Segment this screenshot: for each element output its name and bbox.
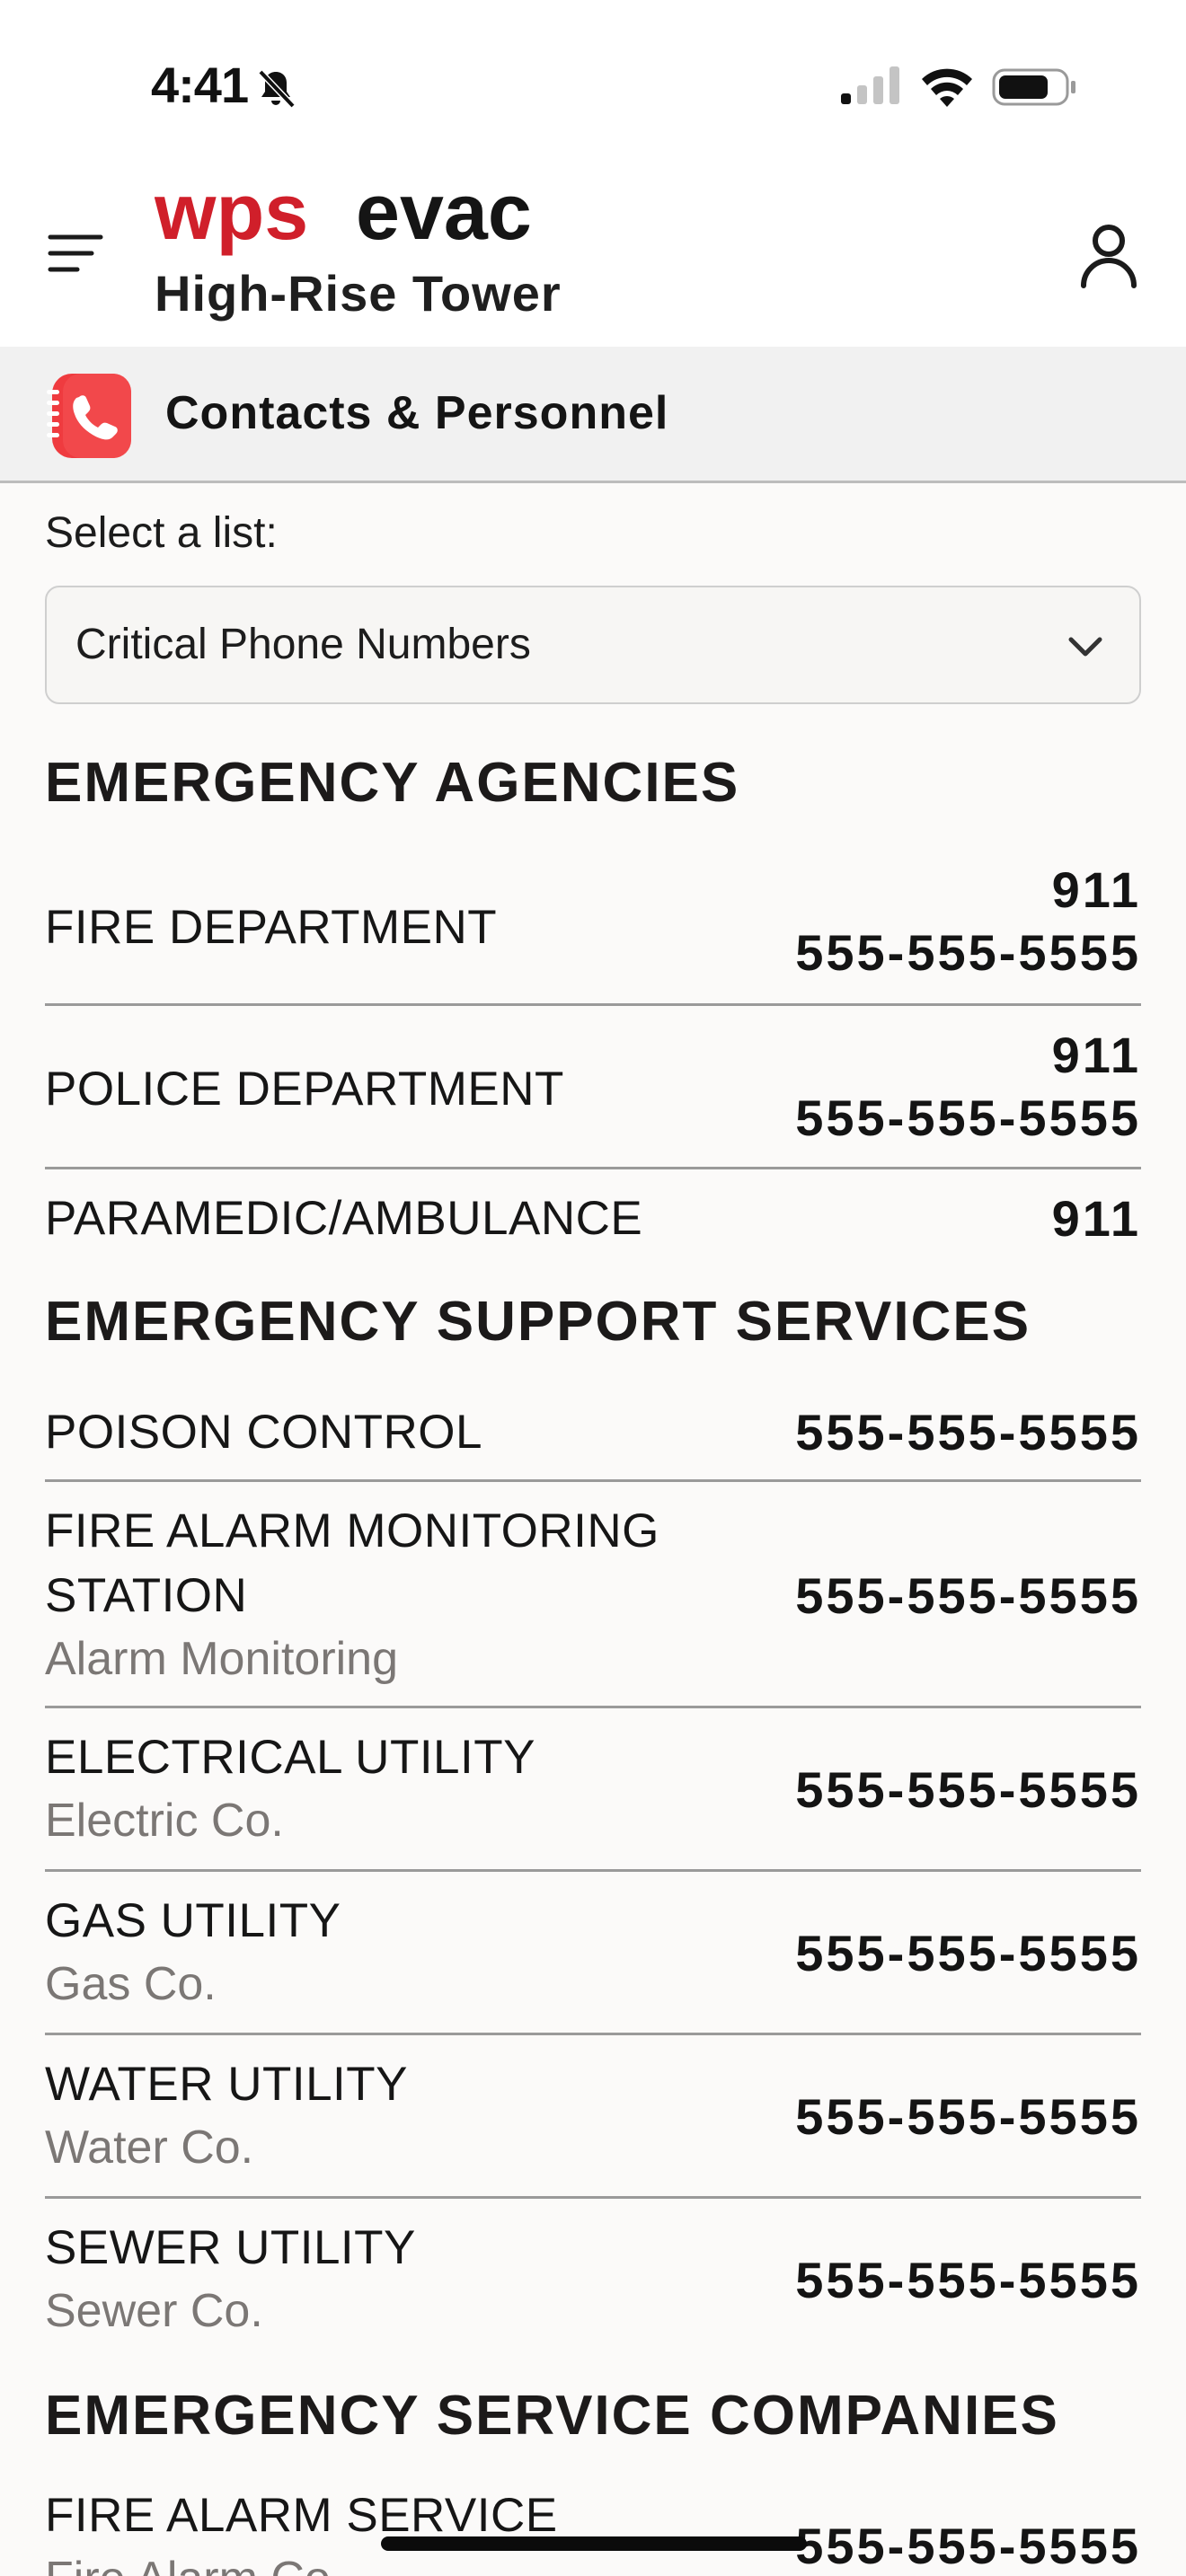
logo-wps-text: wps — [155, 181, 308, 256]
contact-phones: 555-555-5555 — [795, 1922, 1141, 1985]
contact-phones: 555-555-5555 — [795, 2515, 1141, 2576]
group-header: EMERGENCY SERVICE COMPANIES — [45, 2385, 1059, 2447]
contact-row[interactable]: PARAMEDIC/AMBULANCE 911 — [45, 1169, 1141, 1270]
wifi-icon — [922, 68, 972, 107]
contact-organization: Sewer Co. — [45, 2285, 263, 2337]
contact-name: ELECTRICAL UTILITY — [45, 1731, 535, 1784]
contact-organization: Electric Co. — [45, 1795, 284, 1847]
phone-number[interactable]: 555-555-5555 — [795, 2515, 1141, 2576]
contact-row[interactable]: WATER UTILITY Water Co. 555-555-5555 — [45, 2035, 1141, 2199]
phone-number[interactable]: 911 — [1052, 1187, 1141, 1250]
phone-number[interactable]: 555-555-5555 — [795, 2086, 1141, 2148]
list-select-dropdown[interactable]: Critical Phone Numbers — [45, 586, 1141, 704]
phone-number[interactable]: 555-555-5555 — [795, 2249, 1141, 2312]
list-select-value: Critical Phone Numbers — [75, 621, 531, 668]
contact-name: GAS UTILITY — [45, 1894, 341, 1947]
contact-name: FIRE ALARM MONITORING — [45, 1504, 659, 1557]
contact-row[interactable]: FIRE DEPARTMENT 911 555-555-5555 — [45, 853, 1141, 1006]
phone-number[interactable]: 555-555-5555 — [795, 1922, 1141, 1985]
contact-phones: 911 555-555-5555 — [795, 859, 1141, 984]
phone-number[interactable]: 555-555-5555 — [795, 1087, 1141, 1150]
contact-organization: Fire Alarm Co. — [45, 2547, 343, 2576]
contact-organization: Water Co. — [45, 2122, 254, 2174]
contact-name: POLICE DEPARTMENT — [45, 1063, 564, 1116]
contact-name-line2: STATION — [45, 1569, 248, 1622]
contact-phones: 555-555-5555 — [795, 2249, 1141, 2312]
contact-phones: 911 — [1052, 1187, 1141, 1250]
bell-off-icon — [258, 69, 296, 109]
phone-number[interactable]: 911 — [795, 859, 1141, 922]
hamburger-menu-icon[interactable] — [47, 230, 104, 277]
contact-row[interactable]: FIRE ALARM SERVICE Fire Alarm Co. 555-55… — [45, 2484, 1141, 2576]
phone-number[interactable]: 555-555-5555 — [795, 922, 1141, 984]
contact-row[interactable]: SEWER UTILITY Sewer Co. 555-555-5555 — [45, 2199, 1141, 2362]
contact-phones: 911 555-555-5555 — [795, 1024, 1141, 1150]
section-bar: Contacts & Personnel — [0, 347, 1186, 483]
group-header: EMERGENCY SUPPORT SERVICES — [45, 1291, 1031, 1353]
home-indicator[interactable] — [381, 2536, 807, 2551]
app-header: wps evac High-Rise Tower — [0, 171, 1186, 347]
phone-contacts-icon — [47, 374, 131, 458]
status-bar: 4:41 — [0, 0, 1186, 171]
chevron-down-icon — [1068, 637, 1102, 657]
battery-icon — [992, 68, 1075, 106]
contact-organization: Gas Co. — [45, 1958, 217, 2010]
contact-organization: Alarm Monitoring — [45, 1633, 399, 1685]
contact-name: WATER UTILITY — [45, 2058, 408, 2111]
phone-number[interactable]: 555-555-5555 — [795, 1565, 1141, 1628]
contact-phones: 555-555-5555 — [795, 1401, 1141, 1464]
phone-number[interactable]: 555-555-5555 — [795, 1759, 1141, 1822]
contact-row[interactable]: GAS UTILITY Gas Co. 555-555-5555 — [45, 1872, 1141, 2035]
contact-row[interactable]: ELECTRICAL UTILITY Electric Co. 555-555-… — [45, 1708, 1141, 1872]
select-list-label: Select a list: — [45, 509, 278, 557]
contact-phones: 555-555-5555 — [795, 2086, 1141, 2148]
contact-row[interactable]: FIRE ALARM MONITORING STATION Alarm Moni… — [45, 1482, 1141, 1708]
contact-name: POISON CONTROL — [45, 1406, 483, 1459]
status-time: 4:41 — [151, 57, 249, 113]
contact-phones: 555-555-5555 — [795, 1565, 1141, 1628]
contact-name: SEWER UTILITY — [45, 2221, 416, 2274]
user-profile-icon[interactable] — [1076, 221, 1141, 291]
contact-phones: 555-555-5555 — [795, 1759, 1141, 1822]
logo-evac-text: evac — [356, 181, 532, 256]
section-title: Contacts & Personnel — [165, 387, 669, 439]
phone-number[interactable]: 555-555-5555 — [795, 1401, 1141, 1464]
contact-row[interactable]: POISON CONTROL 555-555-5555 — [45, 1392, 1141, 1482]
group-header: EMERGENCY AGENCIES — [45, 752, 740, 814]
contact-row[interactable]: POLICE DEPARTMENT 911 555-555-5555 — [45, 1006, 1141, 1169]
contact-name: PARAMEDIC/AMBULANCE — [45, 1192, 643, 1245]
wpsevac-logo: wps evac — [155, 181, 532, 256]
contact-name: FIRE DEPARTMENT — [45, 901, 498, 954]
building-name: High-Rise Tower — [155, 265, 562, 322]
signal-icon — [841, 66, 899, 104]
phone-number[interactable]: 911 — [795, 1024, 1141, 1087]
